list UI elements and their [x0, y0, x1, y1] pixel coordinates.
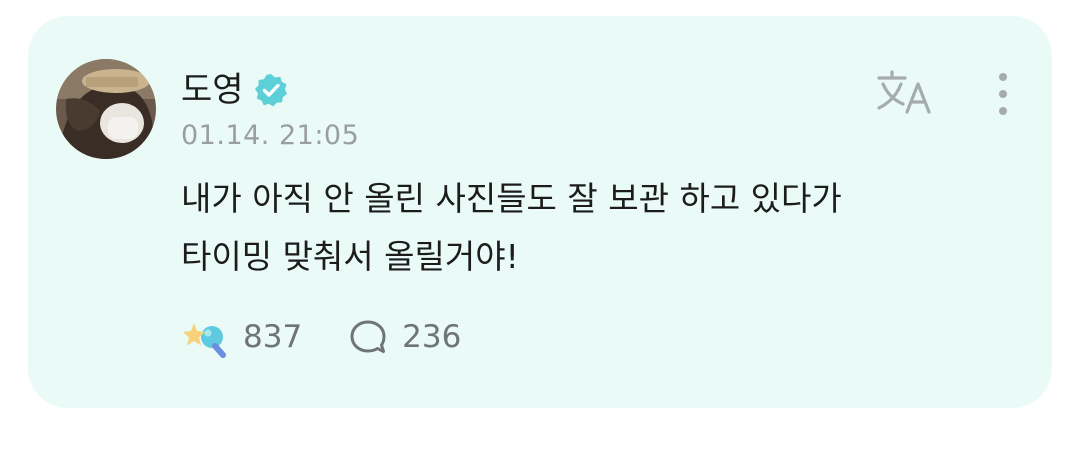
- avatar[interactable]: [56, 59, 156, 159]
- more-dot: [999, 107, 1007, 115]
- star-wand-icon: [183, 323, 226, 358]
- comment-count: 236: [402, 319, 462, 355]
- post-timestamp: 01.14. 21:05: [181, 120, 360, 151]
- verified-badge-icon: [254, 74, 287, 107]
- comment-button[interactable]: 236: [348, 317, 461, 357]
- more-vertical-icon: [999, 73, 1007, 81]
- post-card: 도영 01.14. 21:05 내가 아직 안 올린 사진들도 잘 보관 하고 …: [28, 16, 1052, 408]
- like-count: 837: [243, 319, 303, 355]
- post-actions: 837 236: [181, 313, 461, 361]
- comment-bubble-icon: [350, 320, 386, 353]
- like-button[interactable]: 837: [181, 313, 302, 361]
- author-row: 도영: [181, 66, 288, 114]
- more-dot: [999, 90, 1007, 98]
- more-options-button[interactable]: [983, 66, 1023, 122]
- translate-button[interactable]: [873, 66, 937, 122]
- post-body: 내가 아직 안 올린 사진들도 잘 보관 하고 있다가 타이밍 맞춰서 올릴거야…: [181, 170, 1021, 286]
- post-body-line: 내가 아직 안 올린 사진들도 잘 보관 하고 있다가: [181, 179, 842, 218]
- post-body-line: 타이밍 맞춰서 올릴거야!: [181, 237, 519, 276]
- translate-icon: [877, 70, 931, 114]
- avatar-photo: [56, 59, 156, 159]
- author-name[interactable]: 도영: [181, 66, 244, 114]
